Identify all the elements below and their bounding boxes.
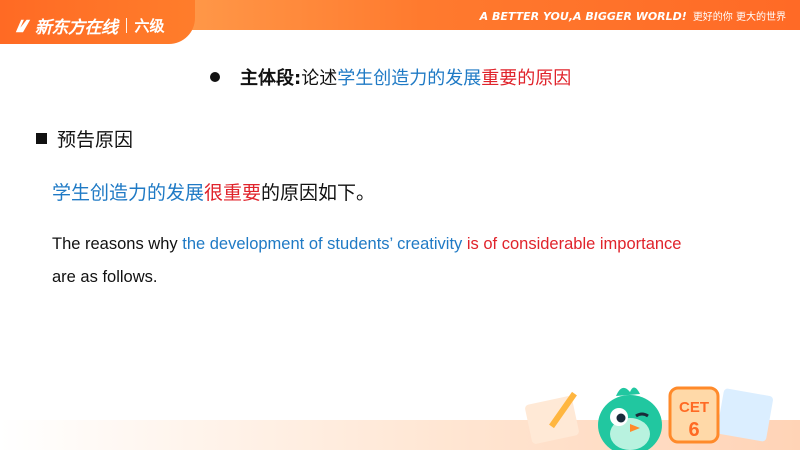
slogan-cn: 更好的你 更大的世界 — [692, 12, 786, 23]
chinese-sentence: 学生创造力的发展很重要的原因如下。 — [52, 178, 375, 205]
cet-badge-number: 6 — [688, 419, 699, 441]
brand-name: 新东方在线 — [35, 18, 118, 38]
title-plain: 论述 — [301, 68, 338, 89]
chinese-black: 的原因如下。 — [261, 182, 376, 204]
chinese-blue: 学生创造力的发展 — [52, 182, 205, 204]
square-bullet — [36, 133, 47, 144]
chinese-red: 很重要 — [204, 182, 262, 204]
english-blue: the development of students’ creativity — [182, 235, 463, 253]
mascot-art: CET 6 — [525, 386, 773, 454]
header-bar: 新东方在线 六级 A BETTER YOU,A BIGGER WORLD! 更好的… — [0, 0, 800, 44]
logo-divider — [125, 18, 127, 33]
slogan-en: A BETTER YOU,A BIGGER WORLD! — [479, 10, 687, 23]
title-blue: 学生创造力的发展 — [337, 68, 482, 89]
slogan: A BETTER YOU,A BIGGER WORLD! 更好的你 更大的世界 — [480, 8, 786, 23]
english-end: are as follows. — [52, 268, 158, 286]
title-bold: 主体段: — [240, 68, 302, 89]
cet-badge-text: CET — [679, 399, 709, 416]
brand-logo-icon — [15, 19, 31, 32]
brand-logo: 新东方在线 六级 — [14, 13, 165, 38]
section-label: 预告原因 — [57, 129, 134, 151]
bullet-dot — [210, 72, 220, 82]
slide-title: 主体段: 论述 学生创造力的发展 重要的原因 — [210, 64, 571, 90]
mascot-illustration: CET 6 — [520, 370, 780, 454]
course-name: 六级 — [134, 17, 165, 35]
english-part1: The reasons why — [52, 235, 183, 253]
english-sentence: The reasons why the development of stude… — [52, 228, 772, 294]
title-red: 重要的原因 — [481, 68, 572, 89]
english-red: is of considerable importance — [466, 235, 682, 253]
section-heading: 预告原因 — [36, 125, 133, 152]
